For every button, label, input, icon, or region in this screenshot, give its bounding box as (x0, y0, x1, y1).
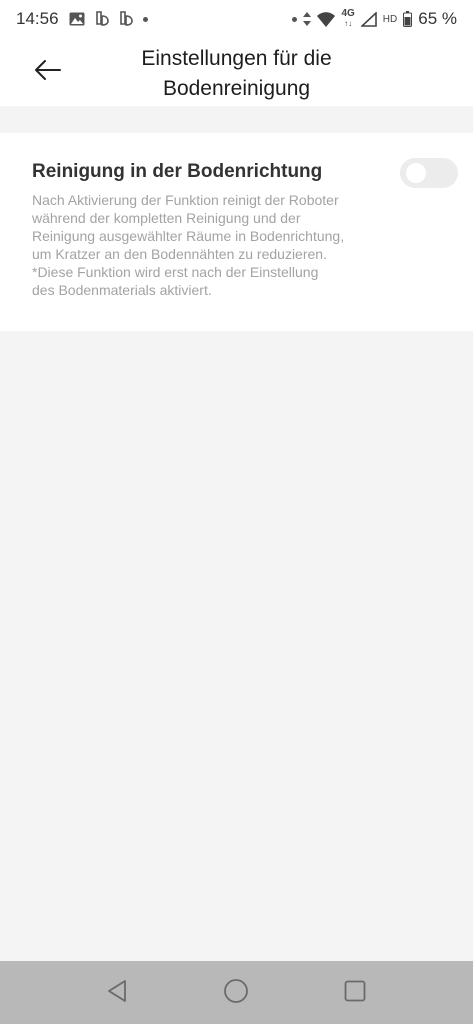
gallery-icon (69, 12, 85, 26)
network-indicator: 4G ↑↓ (341, 9, 354, 29)
setting-description: Nach Aktivierung der Funktion reinigt de… (32, 192, 345, 298)
dot-icon (142, 16, 148, 22)
nav-recents-button[interactable] (340, 978, 370, 1008)
setting-title: Reinigung in der Bodenrichtung (32, 161, 323, 182)
nav-home-button[interactable] (221, 978, 251, 1008)
wifi-icon (317, 11, 336, 27)
network-sub: ↑↓ (344, 19, 353, 28)
status-left: 14:56 (16, 9, 148, 29)
back-triangle-icon (106, 979, 128, 1008)
data-arrows-icon (303, 12, 312, 26)
back-button[interactable] (28, 52, 68, 92)
page-title: Einstellungen für die Bodenreinigung (141, 47, 332, 100)
toggle-knob (406, 163, 426, 183)
recents-square-icon (343, 979, 367, 1008)
home-circle-icon (223, 978, 249, 1009)
hd-label: HD (382, 13, 398, 25)
battery-icon (403, 11, 413, 27)
status-time: 14:56 (16, 9, 59, 28)
page-header: Einstellungen für die Bodenreinigung (0, 38, 473, 106)
floor-direction-toggle[interactable] (400, 158, 458, 188)
arrow-left-icon (34, 59, 62, 86)
status-right: 4G ↑↓ HD 65 % (292, 9, 457, 29)
network-type: 4G (341, 8, 355, 19)
dot-icon (292, 16, 298, 22)
nav-back-button[interactable] (102, 978, 132, 1008)
app-icon (95, 11, 109, 27)
signal-icon (360, 11, 377, 27)
system-nav-bar (0, 961, 473, 1024)
setting-card: Reinigung in der Bodenrichtung Nach Akti… (0, 133, 473, 331)
battery-percentage: 65 % (418, 9, 457, 28)
app-icon (119, 11, 133, 27)
status-bar: 14:56 4G ↑↓ HD 65 % (0, 0, 473, 38)
